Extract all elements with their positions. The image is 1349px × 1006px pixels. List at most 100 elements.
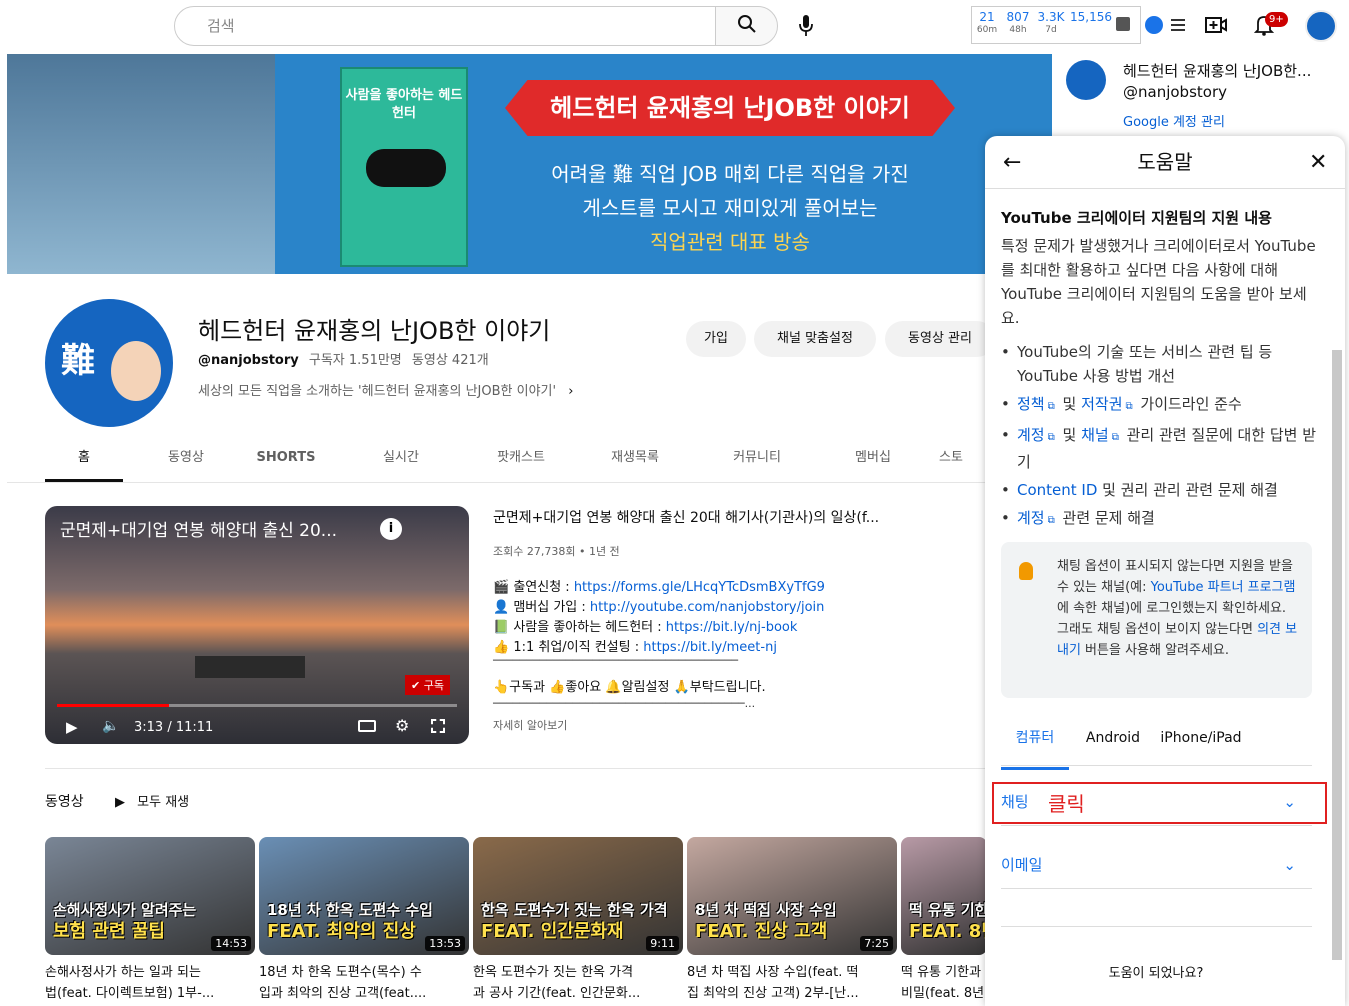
video-title[interactable]: 8년 차 떡집 사장 수입(feat. 떡집 최악의 진상 고객) 2부-[난.… bbox=[687, 962, 892, 1004]
desc-link[interactable]: https://forms.gle/LHcqYTcDsmBXyTfG9 bbox=[574, 580, 825, 595]
help-scrollbar[interactable] bbox=[1332, 350, 1342, 960]
tab-home[interactable]: 홈 bbox=[45, 440, 123, 482]
info-icon[interactable]: i bbox=[380, 518, 402, 540]
ship-silhouette bbox=[195, 656, 305, 678]
tab-live[interactable]: 실시간 bbox=[331, 440, 471, 482]
account-handle: @nanjobstory bbox=[1123, 83, 1227, 101]
video-thumbnail[interactable]: 8년 차 떡집 사장 수입 FEAT. 진상 고객 7:25 bbox=[687, 837, 897, 955]
tab-community[interactable]: 커뮤니티 bbox=[699, 440, 815, 482]
help-bullet-text: YouTube의 기술 또는 서비스 관련 팁 등 YouTube 사용 방법 … bbox=[1017, 343, 1273, 385]
read-more-link[interactable]: 자세히 알아보기 bbox=[493, 717, 567, 733]
desc-link[interactable]: https://bit.ly/meet-nj bbox=[643, 640, 777, 655]
manage-account-link[interactable]: Google 계정 관리 bbox=[1123, 111, 1225, 130]
video-thumbnail[interactable]: 한옥 도편수가 짓는 한옥 가격 FEAT. 인간문화재 9:11 bbox=[473, 837, 683, 955]
partner-program-link[interactable]: YouTube 파트너 프로그램 bbox=[1151, 580, 1296, 595]
thumbnail-caption: 18년 차 한옥 도편수 수입 bbox=[267, 901, 433, 919]
tab-videos[interactable]: 동영상 bbox=[131, 440, 241, 482]
help-bullet: YouTube의 기술 또는 서비스 관련 팁 등 YouTube 사용 방법 … bbox=[1001, 340, 1321, 388]
highlight-box bbox=[992, 782, 1327, 824]
chevron-down-icon: ⌄ bbox=[1283, 856, 1296, 874]
channel-description[interactable]: 세상의 모든 직업을 소개하는 '헤드헌터 윤재홍의 난JOB한 이야기' › bbox=[198, 380, 573, 399]
desc-line-4: 👍 1:1 취업/이직 컨설팅 : https://bit.ly/meet-nj bbox=[493, 636, 777, 655]
help-link[interactable]: 계정 bbox=[1017, 426, 1045, 444]
video-title[interactable]: 떡 유통 기한과 비밀(feat. 8년 bbox=[901, 962, 987, 1004]
channel-tabs: 홈 동영상 SHORTS 실시간 팟캐스트 재생목록 커뮤니티 멤버십 스토 bbox=[45, 440, 971, 482]
help-bullet-text: 및 권리 관리 관련 문제 해결 bbox=[1097, 481, 1278, 499]
help-link[interactable]: 채널 bbox=[1081, 426, 1109, 444]
channel-avatar[interactable]: 難 bbox=[45, 299, 173, 427]
desc-rule: ───────────────────────────────────── bbox=[493, 654, 739, 667]
mic-icon[interactable] bbox=[793, 12, 819, 40]
subscribe-watermark-label: 구독 bbox=[423, 679, 444, 692]
video-title[interactable]: 18년 차 한옥 도편수(목수) 수 입과 최악의 진상 고객(feat.... bbox=[259, 962, 464, 1004]
stats-widget[interactable]: 21 60m 807 48h 3.3K 7d 15,156 bbox=[971, 6, 1141, 44]
video-thumbnail[interactable]: 떡 유통 기한 FEAT. 8년 bbox=[901, 837, 987, 955]
search-input[interactable]: 검색 bbox=[174, 6, 716, 46]
create-video-icon[interactable] bbox=[1202, 10, 1230, 40]
help-bullet-text: 및 bbox=[1057, 426, 1082, 444]
featured-video-title[interactable]: 군면제+대기업 연봉 해양대 출신 20대 해기사(기관사)의 일상(f... bbox=[493, 507, 879, 527]
featured-video-meta: 조회수 27,738회 • 1년 전 bbox=[493, 545, 620, 558]
thumbnail-caption: 8년 차 떡집 사장 수입 bbox=[695, 901, 837, 919]
join-button[interactable]: 가입 bbox=[686, 321, 746, 357]
video-title-line: 떡 유통 기한과 bbox=[901, 965, 982, 980]
help-bullet-text: 가이드라인 준수 bbox=[1135, 395, 1242, 413]
volume-icon[interactable]: 🔈 bbox=[102, 718, 119, 734]
settings-gear-icon[interactable]: ⚙ bbox=[395, 716, 409, 735]
play-all-button[interactable]: ▶ 모두 재생 bbox=[115, 791, 189, 810]
video-time: 3:13 / 11:11 bbox=[134, 720, 214, 735]
thumbnail-caption: 손해사정사가 알려주는 bbox=[53, 901, 197, 919]
tab-iphone[interactable]: iPhone/iPad bbox=[1157, 724, 1245, 770]
subtitles-icon[interactable] bbox=[358, 720, 376, 732]
search-button[interactable] bbox=[715, 6, 778, 46]
video-thumbnail[interactable]: 손해사정사가 알려주는 보험 관련 꿀팁 14:53 bbox=[45, 837, 255, 955]
play-icon[interactable]: ▶ bbox=[66, 718, 78, 736]
video-title[interactable]: 손해사정사가 하는 일과 되는 법(feat. 다이렉트보험) 1부-... bbox=[45, 962, 250, 1004]
email-accordion[interactable]: 이메일 ⌄ bbox=[1001, 841, 1312, 889]
book-title: 사람을 좋아하는 헤드헌터 bbox=[345, 88, 463, 121]
thumbnail-caption-sub: FEAT. 최악의 진상 bbox=[267, 921, 416, 942]
thumbnail-caption: 한옥 도편수가 짓는 한옥 가격 bbox=[481, 901, 668, 919]
desc-cta: 👆구독과 👍좋아요 🔔알림설정 🙏부탁드립니다. bbox=[493, 680, 766, 695]
fullscreen-icon[interactable] bbox=[431, 719, 445, 733]
tab-android[interactable]: Android bbox=[1077, 724, 1149, 770]
channel-handle: @nanjobstory bbox=[198, 353, 299, 368]
channel-meta: @nanjobstory 구독자 1.51만명 동영상 421개 bbox=[198, 349, 489, 368]
video-thumbnail[interactable]: 18년 차 한옥 도편수 수입 FEAT. 최악의 진상 13:53 bbox=[259, 837, 469, 955]
help-link[interactable]: 계정 bbox=[1017, 509, 1045, 527]
videos-section-title[interactable]: 동영상 bbox=[45, 791, 84, 811]
customize-channel-button[interactable]: 채널 맞춤설정 bbox=[754, 321, 876, 357]
desc-link[interactable]: https://bit.ly/nj-book bbox=[666, 620, 798, 635]
video-title-line: 입과 최악의 진상 고객(feat.... bbox=[259, 986, 427, 1001]
featured-video-player[interactable] bbox=[45, 506, 469, 744]
tab-shorts[interactable]: SHORTS bbox=[241, 440, 331, 482]
extension-icon[interactable] bbox=[1143, 10, 1165, 40]
tab-playlists[interactable]: 재생목록 bbox=[571, 440, 699, 482]
help-link[interactable]: Content ID bbox=[1017, 481, 1097, 499]
close-icon[interactable]: ✕ bbox=[1309, 150, 1327, 175]
tab-store[interactable]: 스토 bbox=[931, 440, 971, 482]
video-title-line: 집 최악의 진상 고객) 2부-[난... bbox=[687, 986, 859, 1001]
tab-membership[interactable]: 멤버십 bbox=[815, 440, 931, 482]
thumbnail-caption-sub: FEAT. 진상 고객 bbox=[695, 921, 828, 942]
lightbulb-icon bbox=[1019, 562, 1033, 580]
subscribe-watermark[interactable]: ✔ 구독 bbox=[405, 675, 450, 695]
video-title[interactable]: 한옥 도편수가 짓는 한옥 가격 과 공사 기간(feat. 인간문화... bbox=[473, 962, 678, 1004]
tip-box: 채팅 옵션이 표시되지 않는다면 지원을 받을 수 있는 채널(예: YouTu… bbox=[1001, 542, 1312, 698]
help-link[interactable]: 정책 bbox=[1017, 395, 1045, 413]
help-bullet: 계정⧉ 및 채널⧉ 관리 관련 질문에 대한 답변 받기 bbox=[1001, 423, 1321, 474]
desc-label: 👤 맴버십 가입 : bbox=[493, 600, 590, 615]
help-bullets: YouTube의 기술 또는 서비스 관련 팁 등 YouTube 사용 방법 … bbox=[1001, 340, 1321, 533]
help-link[interactable]: 저작권 bbox=[1081, 395, 1122, 413]
external-link-icon: ⧉ bbox=[1047, 515, 1055, 526]
tip-text-c: 버튼을 사용해 알려주세요. bbox=[1080, 643, 1230, 658]
tab-podcasts[interactable]: 팟캐스트 bbox=[471, 440, 571, 482]
tab-computer[interactable]: 컴퓨터 bbox=[1001, 724, 1069, 770]
video-count: 동영상 421개 bbox=[411, 353, 489, 368]
desc-link[interactable]: http://youtube.com/nanjobstory/join bbox=[590, 600, 825, 615]
manage-videos-button[interactable]: 동영상 관리 bbox=[885, 321, 995, 357]
menu-icon[interactable] bbox=[1167, 10, 1189, 40]
help-header-divider bbox=[985, 188, 1345, 189]
avatar[interactable] bbox=[1305, 10, 1337, 42]
help-bullet: Content ID 및 권리 관리 관련 문제 해결 bbox=[1001, 478, 1321, 502]
